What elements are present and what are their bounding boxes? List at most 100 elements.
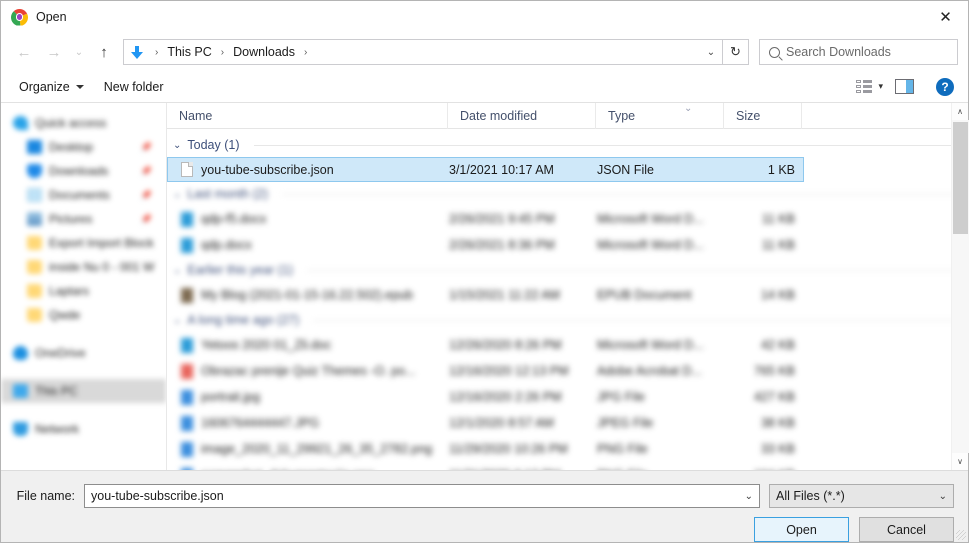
file-name-cell: you-tube-subscribe.json <box>181 162 449 177</box>
close-icon[interactable]: ✕ <box>923 2 968 33</box>
breadcrumb-this-pc[interactable]: This PC <box>163 45 215 59</box>
column-header-size[interactable]: Size <box>723 102 801 129</box>
sidebar-item-export-import-block[interactable]: Export Import Block <box>1 231 166 255</box>
table-row[interactable]: Yetoos 2020 01_Zli.doc 12/26/2020 8:26 PM… <box>167 332 968 358</box>
file-type-filter-select[interactable]: All Files (*.*) ⌄ <box>769 484 954 508</box>
refresh-icon[interactable]: ↻ <box>723 39 749 65</box>
table-row[interactable]: qdp.docx 2/26/2021 8:36 PM Microsoft Word … <box>167 232 968 258</box>
filename-input[interactable]: you-tube-subscribe.json ⌄ <box>84 484 760 508</box>
back-button[interactable]: ← <box>9 37 39 67</box>
breadcrumb-separator-0[interactable]: › <box>150 47 163 58</box>
img-file-icon <box>181 441 193 457</box>
sidebar-item-downloads[interactable]: Downloads 📌 <box>1 159 166 183</box>
breadcrumb-downloads[interactable]: Downloads <box>229 45 299 59</box>
breadcrumb-separator-1[interactable]: › <box>216 47 229 58</box>
filename-dropdown-icon[interactable]: ⌄ <box>739 491 753 502</box>
file-name-cell: qdp.docx <box>181 237 449 253</box>
sidebar-item-documents[interactable]: Documents 📌 <box>1 183 166 207</box>
img-file-icon <box>181 415 193 431</box>
folder-icon <box>27 236 42 250</box>
table-row[interactable]: screenshot_dokumentacija.png11/21/2020 6… <box>167 462 968 470</box>
file-size-cell: 427 KB <box>753 390 795 404</box>
file-name-text: Yetoos 2020 01_Zli.doc <box>201 338 332 352</box>
file-size-cell: 1 KB <box>767 162 795 177</box>
up-button[interactable]: ↑ <box>89 37 119 67</box>
scrollbar-track[interactable] <box>951 120 969 453</box>
vertical-scrollbar[interactable]: ∧ ∨ <box>951 103 969 470</box>
help-icon[interactable]: ? <box>936 77 954 96</box>
pin-icon[interactable]: 📌 <box>141 190 152 201</box>
table-row[interactable]: qdp-f5.docx 2/26/2021 9:45 PM Microsoft Wo… <box>167 206 968 232</box>
chevron-down-icon[interactable]: ⌄ <box>173 189 181 200</box>
table-row[interactable]: 1606764444447.JPG 12/1/2020 8:57 AM JPEG F… <box>167 410 968 436</box>
file-group-header[interactable]: ⌄ Today (1) <box>167 133 968 157</box>
file-date-cell: 12/26/2020 8:26 PM <box>449 338 562 352</box>
scroll-up-icon[interactable]: ∧ <box>952 103 969 120</box>
file-date-cell: 12/1/2020 8:57 AM <box>449 416 554 430</box>
sidebar-item-label: Quick access <box>35 116 107 130</box>
column-header-blank[interactable] <box>801 102 968 129</box>
organize-button[interactable]: Organize <box>9 74 94 100</box>
table-row[interactable]: Obrazac prenije Quiz Themes -O. po... 12/… <box>167 358 968 384</box>
list-view-icon[interactable] <box>856 80 873 93</box>
pin-icon[interactable]: 📌 <box>141 142 152 153</box>
table-row[interactable]: My Blog (2021-01-15-16.22.502).epub 1/15/… <box>167 282 968 308</box>
resize-grip[interactable] <box>956 530 966 540</box>
dialog-buttons: Open Cancel <box>1 508 968 542</box>
sidebar-item-qwde[interactable]: Qwde <box>1 303 166 327</box>
file-size-cell: 14 KB <box>760 288 795 302</box>
file-list[interactable]: ⌄ Today (1) you-tube-subscribe.json 3/1/202… <box>167 129 968 470</box>
table-row[interactable]: image_2020_11_29921_26_35_2782.png 11/29/… <box>167 436 968 462</box>
sidebar-item-inside-nu-0-001-w[interactable]: inside Nu 0 - 001 W <box>1 255 166 279</box>
navigation-sidebar[interactable]: Quick access Desktop 📌 Downloads 📌 Documents 📌… <box>1 103 166 470</box>
breadcrumb-separator-2[interactable]: › <box>299 47 312 58</box>
sidebar-item-label: Network <box>35 422 80 436</box>
chevron-down-icon[interactable]: ⌄ <box>173 315 181 326</box>
file-name-text: portrait.jpg <box>201 390 261 404</box>
sidebar-item-this-pc[interactable]: This PC <box>1 379 166 403</box>
table-row[interactable]: portrait.jpg 12/16/2020 2:26 PM JPG File 42… <box>167 384 968 410</box>
sidebar-item-network[interactable]: Network <box>1 417 166 441</box>
view-dropdown-icon[interactable]: ▾ <box>876 81 891 92</box>
sidebar-item-laptars[interactable]: Laptars <box>1 279 166 303</box>
sidebar-item-label: Qwde <box>49 308 81 322</box>
file-type-dropdown-icon[interactable]: ⌄ <box>933 491 947 502</box>
open-button[interactable]: Open <box>754 517 849 542</box>
file-group-header[interactable]: ⌄ Earlier this year (1) <box>167 258 968 282</box>
preview-pane-icon[interactable] <box>895 79 914 94</box>
file-size-cell: 11 KB <box>761 238 795 252</box>
chevron-down-icon[interactable]: ⌄ <box>173 265 181 276</box>
column-header-type[interactable]: Type <box>595 102 723 129</box>
recent-locations-button[interactable]: ⌄ <box>69 37 89 67</box>
chevron-down-icon[interactable]: ⌄ <box>173 140 181 151</box>
sidebar-item-label: Laptars <box>49 284 90 298</box>
pin-icon[interactable]: 📌 <box>141 214 152 225</box>
address-bar[interactable]: › This PC › Downloads › ⌄ <box>123 39 723 65</box>
star-icon <box>13 116 28 130</box>
pc-icon <box>13 384 28 398</box>
file-group-header[interactable]: ⌄ Last month (2) <box>167 182 968 206</box>
chevron-down-icon <box>75 84 84 89</box>
word-file-icon <box>181 237 193 253</box>
file-date-cell: 3/1/2021 10:17 AM <box>449 162 554 177</box>
sidebar-item-quick-access[interactable]: Quick access <box>1 111 166 135</box>
new-folder-button[interactable]: New folder <box>94 74 174 100</box>
table-row[interactable]: you-tube-subscribe.json 3/1/2021 10:17 AM… <box>167 157 804 182</box>
filename-row: File name: you-tube-subscribe.json ⌄ All… <box>1 471 968 508</box>
column-header-name[interactable]: Name <box>167 103 447 129</box>
sidebar-item-desktop[interactable]: Desktop 📌 <box>1 135 166 159</box>
file-group-header[interactable]: ⌄ A long time ago (27) <box>167 308 968 332</box>
scroll-down-icon[interactable]: ∨ <box>952 453 969 470</box>
sidebar-item-onedrive[interactable]: OneDrive <box>1 341 166 365</box>
cancel-button[interactable]: Cancel <box>859 517 954 542</box>
scrollbar-thumb[interactable] <box>952 122 968 234</box>
onedrive-icon <box>13 346 28 360</box>
forward-button[interactable]: → <box>39 37 69 67</box>
search-input[interactable]: Search Downloads <box>759 39 958 65</box>
address-dropdown-icon[interactable]: ⌄ <box>700 47 722 58</box>
sidebar-item-pictures[interactable]: Pictures 📌 <box>1 207 166 231</box>
file-type-cell: JPEG File <box>597 416 654 430</box>
pin-icon[interactable]: 📌 <box>141 166 152 177</box>
column-header-date-modified[interactable]: Date modified <box>447 102 595 129</box>
